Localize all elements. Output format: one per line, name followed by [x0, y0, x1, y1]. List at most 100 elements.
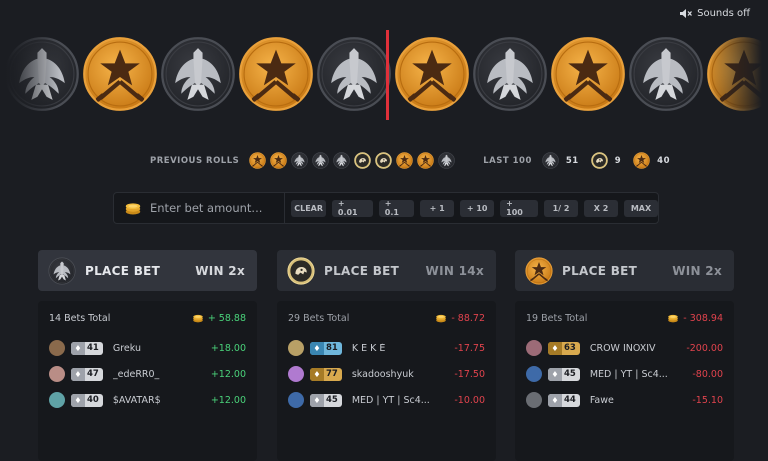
- avatar: [49, 366, 65, 382]
- bonus-icon: [375, 152, 392, 169]
- avatar: [526, 340, 542, 356]
- coins-icon: [124, 199, 142, 217]
- bet-button-3[interactable]: + 1: [420, 199, 455, 217]
- coins-icon: [435, 312, 447, 324]
- place-bet-label: PLACE BET: [562, 263, 638, 278]
- bet-row: ♦ 44 Fawe -15.10: [526, 387, 723, 413]
- t-count: 40: [657, 155, 670, 166]
- terrorist-icon: [249, 152, 266, 169]
- bet-button-2[interactable]: + 0.1: [378, 199, 415, 217]
- bet-button-4[interactable]: + 10: [460, 199, 495, 217]
- bet-row: ♦ 45 MED | YT | Sc4... -10.00: [288, 387, 485, 413]
- terrorist-coin-icon: [82, 36, 158, 112]
- level-badge: ♦ 45: [310, 393, 342, 407]
- bonus-icon: [287, 257, 315, 285]
- bets-total-label: 29 Bets Total: [288, 312, 350, 324]
- bet-row: ♦ 45 MED | YT | Sc4... -80.00: [526, 361, 723, 387]
- counter-terrorist-icon: [542, 152, 559, 169]
- total-amount: - 308.94: [683, 312, 723, 324]
- counter-terrorist-coin-icon: [160, 36, 236, 112]
- bet-amount: +18.00: [210, 342, 246, 354]
- terrorist-coin-icon: [550, 36, 626, 112]
- previous-rolls-label: PREVIOUS ROLLS: [150, 155, 240, 166]
- bet-row: ♦ 47 _edeRR0_ +12.00: [49, 361, 246, 387]
- sound-toggle[interactable]: Sounds off: [679, 8, 750, 19]
- total-amount: - 88.72: [451, 312, 485, 324]
- roulette-strip: [0, 30, 768, 120]
- level-badge: ♦ 47: [71, 367, 103, 381]
- bonus-icon: [354, 152, 371, 169]
- username: $AVATAR$: [112, 394, 161, 406]
- avatar: [288, 340, 304, 356]
- counter-terrorist-icon: [48, 257, 76, 285]
- avatar: [288, 392, 304, 408]
- level-badge: ♦ 45: [548, 367, 580, 381]
- avatar: [526, 366, 542, 382]
- place-bet-label: PLACE BET: [324, 263, 400, 278]
- bet-amount: -17.75: [454, 342, 485, 354]
- bet-amount: +12.00: [210, 368, 246, 380]
- last-100-label: LAST 100: [483, 155, 532, 166]
- bet-amount-input[interactable]: [150, 201, 280, 215]
- place-bet-label: PLACE BET: [85, 263, 161, 278]
- counter-terrorist-icon: [291, 152, 308, 169]
- terrorist-coin-icon: [394, 36, 470, 112]
- ct-count: 51: [565, 155, 579, 166]
- bets-list: 29 Bets Total - 88.72 ♦ 81 K E K É -17.75…: [277, 301, 496, 461]
- bet-row: ♦ 63 CROW INOXIV -200.00: [526, 335, 723, 361]
- place-bet-button[interactable]: PLACE BET WIN 2x: [38, 250, 257, 291]
- bet-button-6[interactable]: 1/ 2: [544, 199, 579, 217]
- bet-button-1[interactable]: + 0.01: [331, 199, 373, 217]
- bet-row: ♦ 41 Greku +18.00: [49, 335, 246, 361]
- speaker-muted-icon: [680, 9, 693, 18]
- bets-total-label: 14 Bets Total: [49, 312, 111, 324]
- bet-column-0: PLACE BET WIN 2x 14 Bets Total + 58.88 ♦…: [38, 250, 257, 461]
- roll-marker: [386, 30, 389, 120]
- counter-terrorist-coin-icon: [316, 36, 392, 112]
- level-badge: ♦ 81: [310, 341, 342, 355]
- terrorist-icon: [633, 152, 650, 169]
- username: MED | YT | Sc4...: [589, 368, 668, 380]
- terrorist-icon: [417, 152, 434, 169]
- bets-total: - 88.72: [435, 312, 485, 324]
- total-amount: + 58.88: [207, 312, 246, 324]
- avatar: [526, 392, 542, 408]
- win-multiplier: WIN 2x: [672, 263, 722, 278]
- bonus-icon: [591, 152, 608, 169]
- place-bet-button[interactable]: PLACE BET WIN 14x: [277, 250, 496, 291]
- counter-terrorist-icon: [438, 152, 455, 169]
- bet-amount: -80.00: [692, 368, 723, 380]
- bets-list: 14 Bets Total + 58.88 ♦ 41 Greku +18.00 ♦…: [38, 301, 257, 461]
- counter-terrorist-icon: [312, 152, 329, 169]
- bets-summary: 19 Bets Total - 308.94: [526, 301, 723, 335]
- bet-button-5[interactable]: + 100: [500, 199, 539, 217]
- username: CROW INOXIV: [589, 342, 656, 354]
- bet-row: ♦ 77 skadooshyuk -17.50: [288, 361, 485, 387]
- counter-terrorist-coin-icon: [472, 36, 548, 112]
- bet-button-0[interactable]: CLEAR: [291, 199, 326, 217]
- bet-amount: -10.00: [454, 394, 485, 406]
- terrorist-icon: [525, 257, 553, 285]
- bet-column-2: PLACE BET WIN 2x 19 Bets Total - 308.94 …: [515, 250, 734, 461]
- username: skadooshyuk: [351, 368, 414, 380]
- counter-terrorist-coin-icon: [628, 36, 704, 112]
- coins-icon: [192, 312, 204, 324]
- bet-amount: -200.00: [686, 342, 723, 354]
- avatar: [288, 366, 304, 382]
- bet-button-8[interactable]: MAX: [624, 199, 659, 217]
- sound-label: Sounds off: [697, 8, 750, 19]
- username: Greku: [112, 342, 141, 354]
- bet-input-wrapper: [114, 193, 286, 223]
- level-badge: ♦ 41: [71, 341, 103, 355]
- place-bet-button[interactable]: PLACE BET WIN 2x: [515, 250, 734, 291]
- bet-amount: -17.50: [454, 368, 485, 380]
- coins-icon: [667, 312, 679, 324]
- username: _edeRR0_: [112, 368, 160, 380]
- level-badge: ♦ 40: [71, 393, 103, 407]
- avatar: [49, 392, 65, 408]
- bets-total: - 308.94: [667, 312, 723, 324]
- bet-button-7[interactable]: X 2: [584, 199, 619, 217]
- previous-rolls-bar: PREVIOUS ROLLS LAST 100 51 9 40: [150, 152, 676, 169]
- bet-amount: -15.10: [692, 394, 723, 406]
- bets-total: + 58.88: [192, 312, 246, 324]
